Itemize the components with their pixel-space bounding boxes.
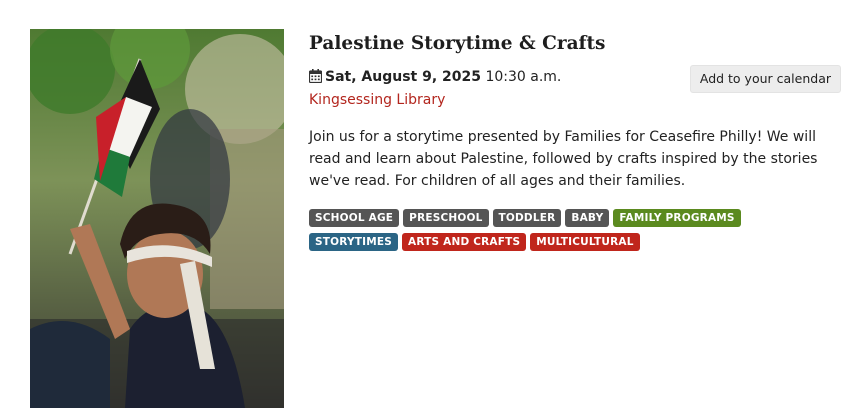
tag-multicultural[interactable]: MULTICULTURAL [530,233,640,251]
event-title: Palestine Storytime & Crafts [309,33,606,54]
calendar-icon [308,69,323,89]
tag-preschool[interactable]: PRESCHOOL [403,209,489,227]
tag-arts-and-crafts[interactable]: ARTS AND CRAFTS [402,233,527,251]
event-details: Palestine Storytime & Crafts Sat, August… [308,31,844,251]
event-location-link[interactable]: Kingsessing Library [309,90,844,110]
event-description: Join us for a storytime presented by Fam… [309,129,818,189]
event-tags: SCHOOL AGE PRESCHOOL TODDLER BABY FAMILY PRO… [309,209,789,251]
event-date: Sat, August 9, 2025 [325,69,482,85]
event-photo [30,29,284,408]
add-to-calendar-button[interactable]: Add to your calendar [689,65,841,93]
tag-toddler[interactable]: TODDLER [492,209,562,227]
tag-storytimes[interactable]: STORYTIMES [309,233,399,251]
tag-baby[interactable]: BABY [565,209,610,227]
event-time: 10:30 a.m. [481,69,562,85]
tag-school-age[interactable]: SCHOOL AGE [309,209,400,227]
tag-family-programs[interactable]: FAMILY PROGRAMS [613,209,741,227]
event-meta: Sat, August 9, 2025 10:30 a.m. Kingsessi… [308,65,844,111]
